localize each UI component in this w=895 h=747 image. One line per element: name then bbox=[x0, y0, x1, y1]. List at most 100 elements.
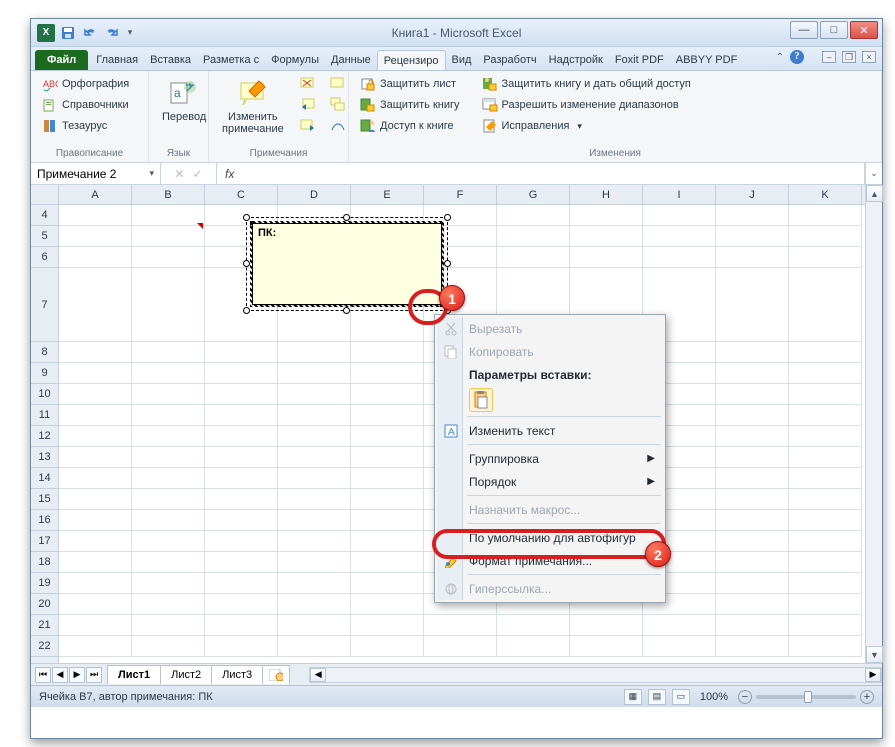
sheet-nav-next-icon[interactable]: ▶ bbox=[69, 667, 85, 683]
formula-bar-expand-icon[interactable]: ⌄ bbox=[865, 163, 882, 184]
row-header[interactable]: 7 bbox=[31, 268, 58, 342]
spelling-button[interactable]: ABC Орфография bbox=[37, 74, 134, 94]
menu-copy[interactable]: Копировать bbox=[437, 340, 663, 363]
row-header[interactable]: 11 bbox=[31, 405, 58, 426]
column-header[interactable]: C bbox=[205, 185, 278, 204]
qat-customize-icon[interactable]: ▾ bbox=[125, 24, 135, 42]
comment-box[interactable]: ПК: bbox=[252, 223, 442, 305]
row-header[interactable]: 14 bbox=[31, 468, 58, 489]
menu-order[interactable]: Порядок▶ bbox=[437, 470, 663, 493]
tab-abbyy[interactable]: ABBYY PDF bbox=[670, 50, 744, 70]
redo-icon[interactable] bbox=[103, 24, 121, 42]
resize-handle-w[interactable] bbox=[243, 260, 250, 267]
row-header[interactable]: 19 bbox=[31, 573, 58, 594]
allow-ranges-button[interactable]: Разрешить изменение диапазонов bbox=[477, 95, 696, 115]
delete-comment-button[interactable] bbox=[295, 74, 321, 94]
sheet-nav-last-icon[interactable]: ⏭ bbox=[86, 667, 102, 683]
column-header[interactable]: A bbox=[59, 185, 132, 204]
fx-icon[interactable]: fx bbox=[225, 167, 234, 181]
sheet-tab[interactable]: Лист3 bbox=[211, 665, 263, 684]
menu-paste-option[interactable] bbox=[437, 386, 663, 414]
tab-review[interactable]: Рецензиро bbox=[377, 50, 446, 70]
row-header[interactable]: 6 bbox=[31, 247, 58, 268]
row-header[interactable]: 10 bbox=[31, 384, 58, 405]
row-header[interactable]: 22 bbox=[31, 636, 58, 657]
workbook-close-button[interactable]: × bbox=[862, 51, 876, 63]
menu-grouping[interactable]: Группировка▶ bbox=[437, 447, 663, 470]
resize-handle-nw[interactable] bbox=[243, 214, 250, 221]
column-header[interactable]: E bbox=[351, 185, 424, 204]
row-header[interactable]: 18 bbox=[31, 552, 58, 573]
scroll-down-icon[interactable]: ▼ bbox=[866, 646, 883, 663]
row-header[interactable]: 12 bbox=[31, 426, 58, 447]
row-header[interactable]: 13 bbox=[31, 447, 58, 468]
vertical-scrollbar[interactable]: ▲ ▼ bbox=[865, 185, 882, 663]
row-header[interactable]: 8 bbox=[31, 342, 58, 363]
menu-default-autoshape[interactable]: По умолчанию для автофигур bbox=[437, 526, 663, 549]
row-header[interactable]: 16 bbox=[31, 510, 58, 531]
column-header[interactable]: D bbox=[278, 185, 351, 204]
menu-edit-text[interactable]: A Изменить текст bbox=[437, 419, 663, 442]
enter-formula-icon[interactable]: ✓ bbox=[193, 167, 203, 181]
resize-handle-n[interactable] bbox=[343, 214, 350, 221]
horizontal-scrollbar[interactable]: ◀ ▶ bbox=[309, 667, 882, 683]
tab-addins[interactable]: Надстройк bbox=[543, 50, 609, 70]
new-sheet-button[interactable] bbox=[262, 665, 290, 684]
row-header[interactable]: 20 bbox=[31, 594, 58, 615]
column-header[interactable]: H bbox=[570, 185, 643, 204]
view-normal-button[interactable]: ▦ bbox=[624, 689, 642, 705]
show-comment-button[interactable] bbox=[325, 74, 351, 94]
menu-hyperlink[interactable]: Гиперссылка... bbox=[437, 577, 663, 600]
view-pagelayout-button[interactable]: ▤ bbox=[648, 689, 666, 705]
tab-developer[interactable]: Разработч bbox=[477, 50, 542, 70]
show-all-comments-button[interactable] bbox=[325, 95, 351, 115]
ribbon-minimize-icon[interactable]: ⌃ bbox=[776, 52, 784, 63]
tab-home[interactable]: Главная bbox=[90, 50, 144, 70]
zoom-in-button[interactable]: + bbox=[860, 690, 874, 704]
sheet-tab[interactable]: Лист1 bbox=[107, 665, 161, 684]
tab-foxit[interactable]: Foxit PDF bbox=[609, 50, 670, 70]
file-tab[interactable]: Файл bbox=[35, 50, 88, 70]
row-header[interactable]: 17 bbox=[31, 531, 58, 552]
tab-formulas[interactable]: Формулы bbox=[265, 50, 325, 70]
sheet-nav-first-icon[interactable]: ⏮ bbox=[35, 667, 51, 683]
column-header[interactable]: F bbox=[424, 185, 497, 204]
scroll-right-icon[interactable]: ▶ bbox=[865, 668, 881, 682]
help-icon[interactable]: ? bbox=[790, 50, 804, 64]
zoom-slider[interactable] bbox=[756, 695, 856, 699]
column-header[interactable]: B bbox=[132, 185, 205, 204]
minimize-button[interactable]: — bbox=[790, 21, 818, 39]
sheet-nav-prev-icon[interactable]: ◀ bbox=[52, 667, 68, 683]
row-header[interactable]: 9 bbox=[31, 363, 58, 384]
row-header[interactable]: 15 bbox=[31, 489, 58, 510]
close-button[interactable]: ✕ bbox=[850, 21, 878, 39]
tab-pagelayout[interactable]: Разметка с bbox=[197, 50, 265, 70]
row-header[interactable]: 21 bbox=[31, 615, 58, 636]
name-box[interactable]: Примечание 2 ▾ bbox=[31, 163, 161, 184]
protect-share-button[interactable]: Защитить книгу и дать общий доступ bbox=[477, 74, 696, 94]
save-icon[interactable] bbox=[59, 24, 77, 42]
resize-handle-e[interactable] bbox=[444, 260, 451, 267]
scroll-left-icon[interactable]: ◀ bbox=[310, 668, 326, 682]
undo-icon[interactable] bbox=[81, 24, 99, 42]
resize-handle-ne[interactable] bbox=[444, 214, 451, 221]
column-header[interactable]: I bbox=[643, 185, 716, 204]
menu-cut[interactable]: Вырезать bbox=[437, 317, 663, 340]
workbook-restore-button[interactable]: ❐ bbox=[842, 51, 856, 63]
tab-data[interactable]: Данные bbox=[325, 50, 377, 70]
cancel-formula-icon[interactable]: ✕ bbox=[174, 167, 184, 181]
show-ink-button[interactable] bbox=[325, 116, 351, 136]
prev-comment-button[interactable] bbox=[295, 95, 321, 115]
resize-handle-sw[interactable] bbox=[243, 307, 250, 314]
menu-format-comment[interactable]: Формат примечания... bbox=[437, 549, 663, 572]
sheet-tab[interactable]: Лист2 bbox=[160, 665, 212, 684]
edit-comment-button[interactable]: Изменить примечание bbox=[215, 74, 291, 146]
column-header[interactable]: K bbox=[789, 185, 862, 204]
workbook-minimize-button[interactable]: – bbox=[822, 51, 836, 63]
formula-input[interactable] bbox=[242, 167, 856, 181]
translate-button[interactable]: a Перевод bbox=[155, 74, 213, 146]
row-header[interactable]: 5 bbox=[31, 226, 58, 247]
share-workbook-button[interactable]: Доступ к книге bbox=[355, 116, 465, 136]
menu-assign-macro[interactable]: Назначить макрос... bbox=[437, 498, 663, 521]
thesaurus-button[interactable]: Тезаурус bbox=[37, 116, 134, 136]
